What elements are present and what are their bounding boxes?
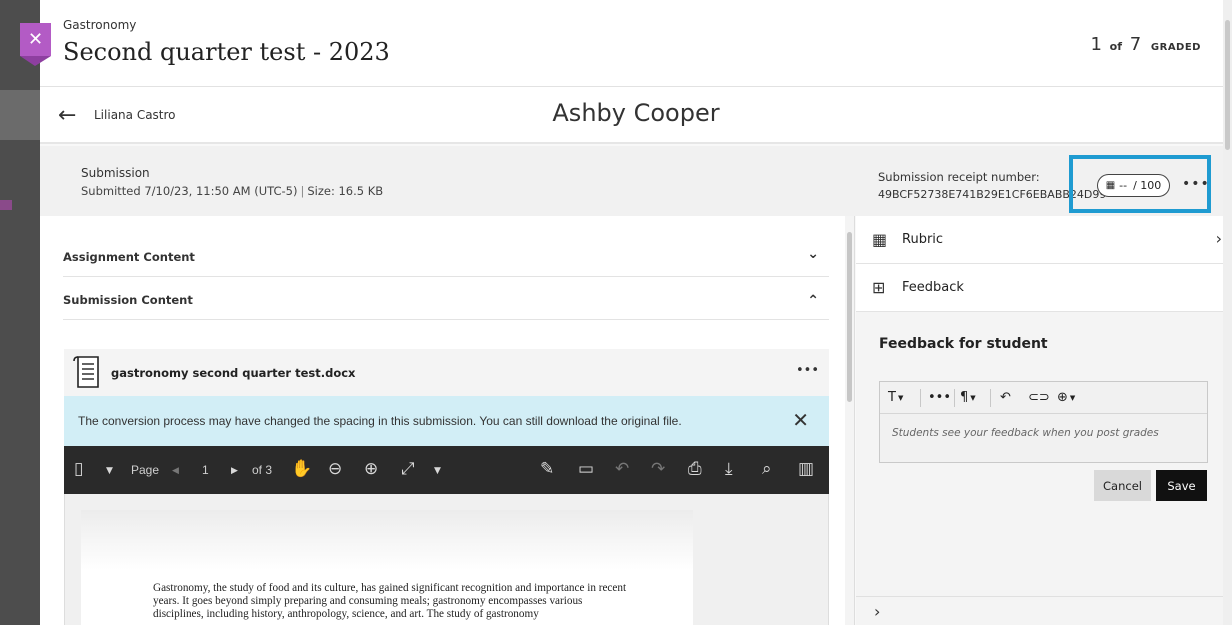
- rubric-icon: ▦: [872, 230, 888, 249]
- more-icon[interactable]: •••: [1182, 176, 1210, 192]
- download-icon[interactable]: ⤓: [725, 459, 733, 479]
- zoom-out-icon[interactable]: ⊖: [328, 459, 342, 479]
- conversion-notice: The conversion process may have changed …: [64, 396, 829, 446]
- submission-heading: Submission: [81, 166, 150, 180]
- counter-position: 1: [1090, 34, 1102, 55]
- submission-content-label: Submission Content: [63, 293, 193, 307]
- feedback-editor[interactable]: T ▼ ••• ¶ ▼ ↶ ⊂⊃ ⊕ ▼ Students see your feed…: [879, 381, 1208, 463]
- notice-text: The conversion process may have changed …: [78, 414, 682, 428]
- grade-pill-button[interactable]: ▦ -- / 100: [1097, 174, 1170, 197]
- counter-status: GRADED: [1150, 42, 1201, 53]
- paragraph-icon[interactable]: ¶ ▼: [960, 390, 976, 405]
- toolbar-divider: [990, 389, 991, 407]
- scrollbar-thumb[interactable]: [847, 232, 852, 402]
- header: Gastronomy Second quarter test - 2023 1 …: [40, 0, 1232, 87]
- document-viewer-toolbar: ▯ ▼ Page ◀ 1 ▶ of 3 ✋ ⊖ ⊕ ⤢ ▼ ✎ ▭ ↶ ↷ ⎙ …: [64, 446, 829, 494]
- submission-meta: Submitted 7/10/23, 11:50 AM (UTC-5) | Size…: [81, 184, 383, 198]
- feedback-placeholder: Students see your feedback when you post…: [892, 427, 1159, 439]
- document-viewport[interactable]: Gastronomy, the study of food and its cu…: [64, 494, 829, 625]
- zoom-in-icon[interactable]: ⊕: [364, 459, 378, 479]
- course-breadcrumb[interactable]: Gastronomy: [63, 18, 136, 32]
- feedback-label: Feedback: [902, 280, 964, 295]
- fit-icon[interactable]: ⤢: [401, 459, 415, 479]
- sidebar-menu-caret[interactable]: ▼: [106, 466, 113, 476]
- grading-panel: Gastronomy Second quarter test - 2023 1 …: [40, 0, 1232, 625]
- link-icon[interactable]: ⊂⊃: [1028, 390, 1050, 405]
- chevron-down-icon: ⌄: [807, 246, 819, 262]
- rubric-label: Rubric: [902, 232, 944, 247]
- redo-icon[interactable]: ↷: [651, 459, 665, 479]
- search-icon[interactable]: ⌕: [762, 459, 772, 479]
- submitted-date: Submitted 7/10/23, 11:50 AM (UTC-5): [81, 184, 298, 198]
- page-scrollbar-thumb[interactable]: [1225, 20, 1230, 150]
- chevron-right-icon: ›: [1215, 229, 1222, 248]
- page-title: Second quarter test - 2023: [63, 38, 390, 66]
- comment-icon[interactable]: ▭: [578, 459, 594, 479]
- background-page: [0, 0, 40, 625]
- feedback-title: Feedback for student: [879, 336, 1048, 352]
- file-size: Size: 16.5 KB: [307, 184, 384, 198]
- page-count: of 3: [252, 463, 273, 477]
- rubric-grid-icon: ▦: [1105, 180, 1116, 191]
- toolbar-divider: [920, 389, 921, 407]
- page-scrollbar[interactable]: [1223, 0, 1232, 625]
- submission-content-toggle[interactable]: Submission Content ⌃: [63, 277, 829, 320]
- chevron-right-icon[interactable]: ›: [874, 602, 880, 621]
- more-icon[interactable]: •••: [928, 390, 951, 405]
- page-number-input[interactable]: 1: [202, 463, 209, 477]
- feedback-row[interactable]: ⊞ Feedback: [856, 264, 1232, 312]
- file-more-icon[interactable]: •••: [796, 363, 819, 378]
- close-icon: ✕: [27, 29, 44, 50]
- chevron-up-icon: ⌃: [807, 293, 819, 309]
- undo-icon[interactable]: ↶: [1000, 390, 1011, 405]
- file-name[interactable]: gastronomy second quarter test.docx: [111, 366, 355, 380]
- text-format-icon[interactable]: T ▼: [888, 390, 903, 405]
- document-icon: [73, 356, 99, 388]
- editor-toolbar: T ▼ ••• ¶ ▼ ↶ ⊂⊃ ⊕ ▼: [880, 382, 1207, 414]
- grading-sidebar: ▦ Rubric › ⊞ Feedback Feedback for stude…: [856, 216, 1232, 625]
- panels-icon[interactable]: ▥: [798, 459, 814, 479]
- page-label: Page: [131, 463, 160, 477]
- fit-menu-caret[interactable]: ▼: [434, 466, 441, 476]
- grade-max: / 100: [1133, 179, 1162, 192]
- undo-icon[interactable]: ↶: [615, 459, 629, 479]
- current-student-name: Ashby Cooper: [552, 99, 720, 127]
- close-panel-button[interactable]: ✕: [20, 23, 51, 66]
- file-card: gastronomy second quarter test.docx •••: [64, 349, 829, 396]
- counter-total: 7: [1129, 34, 1142, 55]
- background-block: [0, 90, 40, 140]
- document-page: Gastronomy, the study of food and its cu…: [81, 510, 693, 625]
- document-text: Gastronomy, the study of food and its cu…: [153, 582, 627, 620]
- assignment-content-label: Assignment Content: [63, 250, 195, 264]
- prev-page-icon[interactable]: ◀: [172, 466, 179, 476]
- receipt-label: Submission receipt number:: [878, 170, 1040, 184]
- close-icon[interactable]: ✕: [792, 408, 809, 432]
- sidebar-toggle-icon[interactable]: ▯: [74, 459, 83, 479]
- grade-score: --: [1119, 179, 1128, 192]
- counter-of: of: [1109, 40, 1122, 53]
- graded-counter: 1 of 7 GRADED: [1090, 34, 1201, 55]
- assignment-content-toggle[interactable]: Assignment Content ⌄: [63, 234, 829, 277]
- submission-pane: Assignment Content ⌄ Submission Content …: [40, 216, 845, 625]
- feedback-plus-icon: ⊞: [872, 278, 886, 297]
- background-accent: [0, 200, 12, 210]
- next-page-icon[interactable]: ▶: [231, 466, 238, 476]
- submission-info: Submission Submitted 7/10/23, 11:50 AM (…: [40, 146, 1232, 216]
- annotate-icon[interactable]: ✎: [540, 459, 554, 479]
- hand-icon[interactable]: ✋: [291, 459, 312, 479]
- insert-icon[interactable]: ⊕ ▼: [1057, 390, 1075, 405]
- pane-divider-scrollbar[interactable]: [845, 216, 855, 625]
- save-button[interactable]: Save: [1156, 470, 1207, 501]
- collapse-bar: ›: [856, 596, 1232, 625]
- meta-separator: |: [300, 184, 305, 198]
- student-navigation: ← Liliana Castro Ashby Cooper: [40, 87, 1232, 144]
- rubric-row[interactable]: ▦ Rubric ›: [856, 216, 1232, 264]
- toolbar-divider: [954, 389, 955, 407]
- print-icon[interactable]: ⎙: [688, 459, 702, 479]
- cancel-button[interactable]: Cancel: [1094, 470, 1151, 501]
